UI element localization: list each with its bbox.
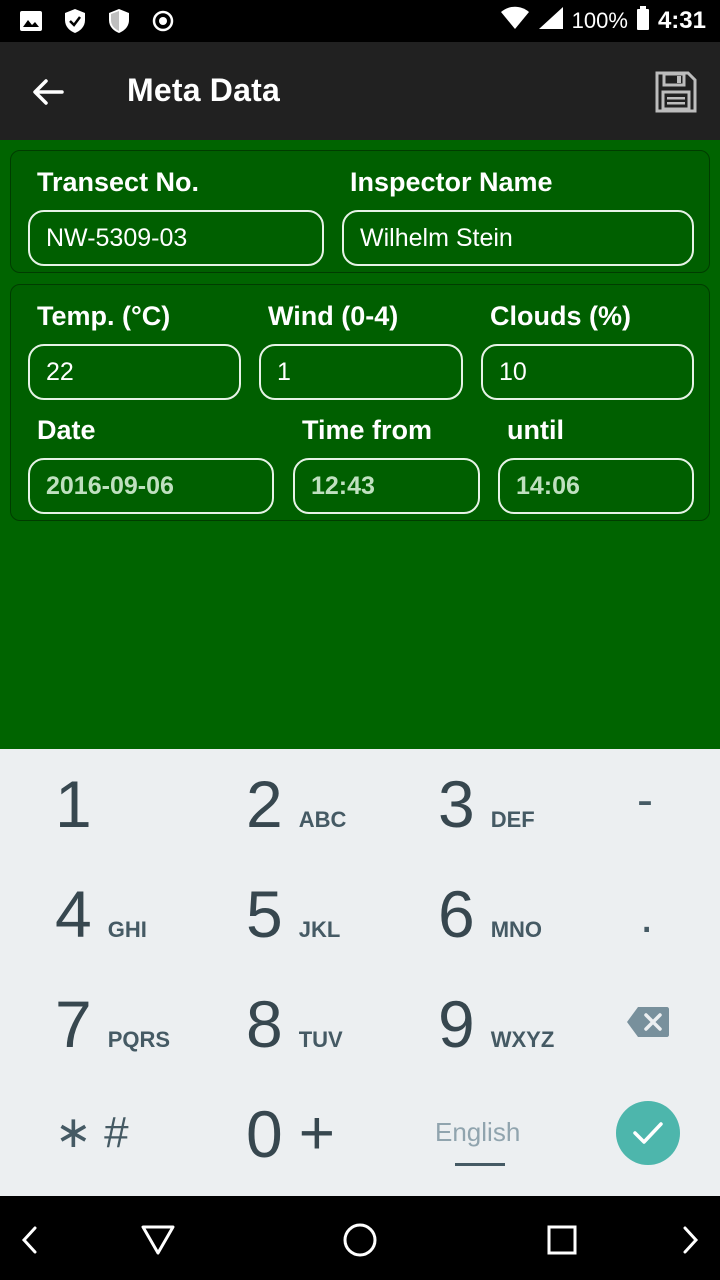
key-3-letters: DEF <box>490 807 535 832</box>
date-field[interactable]: 2016-09-06 <box>28 458 274 514</box>
key-5[interactable]: 5 JKL <box>246 881 340 947</box>
key-8-digit: 8 <box>246 987 283 1061</box>
chevron-left-icon <box>21 1226 37 1254</box>
key-3[interactable]: 3 DEF <box>438 771 535 837</box>
nav-left-button[interactable] <box>10 1220 50 1260</box>
nav-right-button[interactable] <box>670 1220 710 1260</box>
checkmark-icon <box>633 1122 663 1144</box>
key-2-digit: 2 <box>246 767 283 841</box>
navigation-bar <box>0 1196 720 1280</box>
key-0-digit: 0 <box>246 1097 283 1171</box>
home-button[interactable] <box>340 1220 380 1260</box>
chevron-right-icon <box>683 1226 699 1254</box>
clouds-label: Clouds (%) <box>490 301 631 331</box>
language-underline <box>455 1163 505 1166</box>
numeric-keyboard: 1 2 ABC 3 DEF - 4 GHI 5 JKL 6 MNO . 7 PQ… <box>0 749 720 1196</box>
key-0-plus: + <box>298 1099 335 1168</box>
clock: 4:31 <box>657 7 706 34</box>
backspace-key[interactable] <box>626 1005 670 1039</box>
key-6-digit: 6 <box>438 877 475 951</box>
key-9[interactable]: 9 WXYZ <box>438 991 554 1057</box>
key-8[interactable]: 8 TUV <box>246 991 343 1057</box>
transect-label: Transect No. <box>37 167 200 197</box>
key-1[interactable]: 1 <box>55 771 92 837</box>
image-icon <box>18 8 44 34</box>
form-content: Transect No. NW-5309-03 Inspector Name W… <box>0 140 720 749</box>
transect-field[interactable]: NW-5309-03 <box>28 210 324 266</box>
key-4-letters: GHI <box>107 917 147 942</box>
key-2[interactable]: 2 ABC <box>246 771 346 837</box>
key-2-letters: ABC <box>298 807 347 832</box>
key-5-digit: 5 <box>246 877 283 951</box>
temp-field[interactable]: 22 <box>28 344 241 400</box>
time-from-field[interactable]: 12:43 <box>293 458 480 514</box>
square-recents-icon <box>547 1225 577 1255</box>
recents-button[interactable] <box>542 1220 582 1260</box>
battery-level: 100% <box>571 8 628 33</box>
key-9-letters: WXYZ <box>490 1027 555 1052</box>
key-6[interactable]: 6 MNO <box>438 881 542 947</box>
until-field[interactable]: 14:06 <box>498 458 694 514</box>
inspector-label: Inspector Name <box>350 167 553 197</box>
key-5-letters: JKL <box>298 917 341 942</box>
key-4[interactable]: 4 GHI <box>55 881 147 947</box>
key-star-hash[interactable]: ∗ # <box>55 1107 129 1158</box>
shield-check-icon <box>62 8 88 34</box>
key-7-digit: 7 <box>55 987 92 1061</box>
key-period[interactable]: . <box>640 889 653 944</box>
key-4-digit: 4 <box>55 877 92 951</box>
date-label: Date <box>37 415 96 445</box>
time-from-label: Time from <box>302 415 433 445</box>
triangle-back-icon <box>141 1225 175 1255</box>
transect-panel: Transect No. NW-5309-03 Inspector Name W… <box>10 150 710 273</box>
shield-icon <box>106 8 132 34</box>
wind-field[interactable]: 1 <box>259 344 463 400</box>
app-bar: Meta Data <box>0 42 720 140</box>
record-icon <box>150 8 176 34</box>
wind-label: Wind (0-4) <box>268 301 399 331</box>
done-button[interactable] <box>616 1101 680 1165</box>
save-button[interactable] <box>654 70 698 114</box>
key-6-letters: MNO <box>490 917 543 942</box>
inspector-field[interactable]: Wilhelm Stein <box>342 210 694 266</box>
back-button[interactable] <box>28 72 68 112</box>
key-8-letters: TUV <box>298 1027 343 1052</box>
floppy-disk-icon <box>655 71 697 113</box>
battery-icon <box>636 6 650 36</box>
notification-icons <box>18 8 176 34</box>
language-switch[interactable]: English <box>435 1117 520 1148</box>
signal-icon <box>538 6 564 36</box>
system-status: 100% 4:31 <box>500 6 706 36</box>
key-1-digit: 1 <box>55 767 92 841</box>
key-9-digit: 9 <box>438 987 475 1061</box>
key-7[interactable]: 7 PQRS <box>55 991 170 1057</box>
key-3-digit: 3 <box>438 767 475 841</box>
key-0[interactable]: 0 + <box>246 1097 335 1171</box>
wifi-icon <box>500 6 530 36</box>
key-minus[interactable]: - <box>637 773 653 828</box>
temp-label: Temp. (°C) <box>37 301 171 331</box>
status-bar: 100% 4:31 <box>0 0 720 42</box>
until-label: until <box>507 415 564 445</box>
back-nav-button[interactable] <box>138 1220 178 1260</box>
page-title: Meta Data <box>127 72 280 108</box>
clouds-field[interactable]: 10 <box>481 344 694 400</box>
backspace-icon <box>627 1007 669 1037</box>
key-7-letters: PQRS <box>107 1027 171 1052</box>
circle-home-icon <box>343 1223 377 1257</box>
conditions-panel: Temp. (°C) 22 Wind (0-4) 1 Clouds (%) 10… <box>10 284 710 521</box>
arrow-left-icon <box>33 79 64 105</box>
